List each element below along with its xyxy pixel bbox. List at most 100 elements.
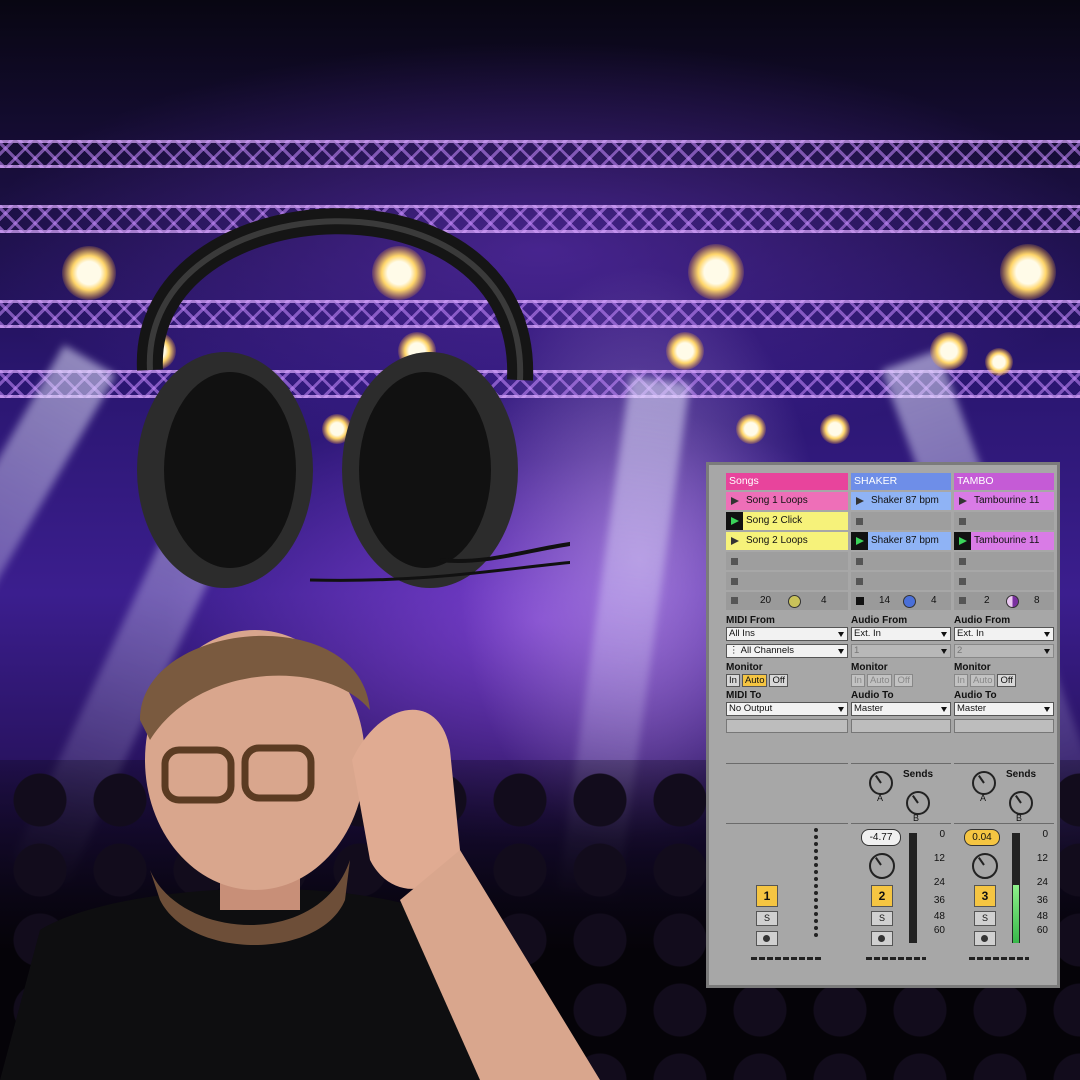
input-channel-dropdown[interactable]: 2 bbox=[954, 644, 1054, 658]
monitor-switch: In Auto Off bbox=[851, 674, 951, 687]
stop-icon[interactable] bbox=[731, 578, 738, 585]
output-dropdown[interactable]: Master bbox=[851, 702, 951, 716]
stage-light bbox=[820, 414, 850, 444]
clip-slot[interactable]: Shaker 87 bpm bbox=[851, 532, 951, 550]
empty-clip-slot[interactable] bbox=[726, 552, 848, 570]
stop-icon[interactable] bbox=[856, 578, 863, 585]
stop-icon[interactable] bbox=[856, 558, 863, 565]
clip-name: Song 1 Loops bbox=[746, 495, 808, 506]
clip-slot[interactable]: Song 2 Loops bbox=[726, 532, 848, 550]
play-icon[interactable] bbox=[856, 537, 864, 545]
solo-button[interactable]: S bbox=[756, 911, 778, 926]
monitor-in-button[interactable]: In bbox=[726, 674, 740, 687]
track-header[interactable]: TAMBO bbox=[954, 473, 1054, 490]
track-divider bbox=[969, 957, 1029, 960]
stop-icon[interactable] bbox=[856, 518, 863, 525]
clip-name: Tambourine 11 bbox=[974, 535, 1040, 546]
empty-clip-slot[interactable] bbox=[851, 552, 951, 570]
monitor-in-button[interactable]: In bbox=[851, 674, 865, 687]
stop-all-icon[interactable] bbox=[731, 597, 738, 604]
empty-clip-slot[interactable] bbox=[954, 572, 1054, 590]
io-section: MIDI From All Ins ⋮ All Channels Monitor… bbox=[726, 614, 848, 733]
volume-field[interactable]: 0.04 bbox=[964, 829, 1000, 846]
level-meter bbox=[909, 833, 917, 943]
stage-light bbox=[930, 332, 968, 370]
play-icon[interactable] bbox=[731, 537, 739, 545]
monitor-off-button[interactable]: Off bbox=[997, 674, 1016, 687]
monitor-switch: In Auto Off bbox=[726, 674, 848, 687]
arm-button[interactable] bbox=[871, 931, 893, 946]
empty-clip-slot[interactable] bbox=[851, 572, 951, 590]
play-icon[interactable] bbox=[856, 497, 864, 505]
send-b-knob[interactable] bbox=[906, 791, 930, 815]
arm-button[interactable] bbox=[974, 931, 996, 946]
stop-icon[interactable] bbox=[959, 518, 966, 525]
solo-button[interactable]: S bbox=[974, 911, 996, 926]
io-section: Audio From Ext. In 2 Monitor In Auto Off… bbox=[954, 614, 1054, 733]
clip-slot[interactable]: Song 1 Loops bbox=[726, 492, 848, 510]
send-a-knob[interactable] bbox=[869, 771, 893, 795]
empty-clip-slot[interactable] bbox=[954, 552, 1054, 570]
stage-light bbox=[62, 246, 116, 300]
track-header[interactable]: SHAKER bbox=[851, 473, 951, 490]
input-type-dropdown[interactable]: All Ins bbox=[726, 627, 848, 641]
send-a-knob[interactable] bbox=[972, 771, 996, 795]
status-left: 20 bbox=[760, 595, 772, 606]
input-type-dropdown[interactable]: Ext. In bbox=[851, 627, 951, 641]
track-status-row: 20 4 bbox=[726, 592, 848, 610]
status-right: 4 bbox=[821, 595, 827, 606]
send-b-knob[interactable] bbox=[1009, 791, 1033, 815]
status-right: 8 bbox=[1034, 595, 1040, 606]
stop-icon[interactable] bbox=[731, 558, 738, 565]
stop-all-icon[interactable] bbox=[959, 597, 966, 604]
monitor-off-button[interactable]: Off bbox=[894, 674, 913, 687]
output-dropdown[interactable]: Master bbox=[954, 702, 1054, 716]
empty-clip-slot[interactable] bbox=[851, 512, 951, 530]
clip-slot[interactable]: Shaker 87 bpm bbox=[851, 492, 951, 510]
ableton-session-panel: Songs Song 1 Loops Song 2 Click Song 2 L… bbox=[706, 462, 1060, 988]
play-icon[interactable] bbox=[959, 497, 967, 505]
pan-knob[interactable] bbox=[972, 853, 998, 879]
track-header[interactable]: Songs bbox=[726, 473, 848, 490]
track-activator-button[interactable]: 3 bbox=[974, 885, 996, 907]
track-tambo: TAMBO Tambourine 11 Tambourine 11 2 8 Au… bbox=[954, 473, 1054, 978]
play-icon[interactable] bbox=[731, 517, 739, 525]
pan-knob[interactable] bbox=[869, 853, 895, 879]
monitor-auto-button[interactable]: Auto bbox=[969, 674, 996, 687]
output-dropdown[interactable]: No Output bbox=[726, 702, 848, 716]
clip-name: Song 2 Click bbox=[746, 515, 803, 526]
sends-label: Sends bbox=[1006, 769, 1037, 780]
monitor-off-button[interactable]: Off bbox=[769, 674, 788, 687]
input-channel-dropdown[interactable]: ⋮ All Channels bbox=[726, 644, 848, 658]
track-songs: Songs Song 1 Loops Song 2 Click Song 2 L… bbox=[726, 473, 848, 978]
track-divider bbox=[751, 957, 821, 960]
play-icon[interactable] bbox=[959, 537, 967, 545]
input-type-dropdown[interactable]: Ext. In bbox=[954, 627, 1054, 641]
clip-slot[interactable]: Tambourine 11 bbox=[954, 532, 1054, 550]
monitor-in-button[interactable]: In bbox=[954, 674, 968, 687]
track-activator-button[interactable]: 2 bbox=[871, 885, 893, 907]
clip-slot[interactable]: Song 2 Click bbox=[726, 512, 848, 530]
stop-icon[interactable] bbox=[959, 558, 966, 565]
track-activator-button[interactable]: 1 bbox=[756, 885, 778, 907]
status-right: 4 bbox=[931, 595, 937, 606]
io-to-label: Audio To bbox=[954, 690, 997, 701]
send-a-label: A bbox=[877, 793, 884, 803]
solo-button[interactable]: S bbox=[871, 911, 893, 926]
monitor-auto-button[interactable]: Auto bbox=[741, 674, 768, 687]
play-icon[interactable] bbox=[731, 497, 739, 505]
empty-clip-slot[interactable] bbox=[726, 572, 848, 590]
track-shaker: SHAKER Shaker 87 bpm Shaker 87 bpm 14 4 … bbox=[851, 473, 951, 978]
stage-light bbox=[736, 414, 766, 444]
io-to-label: MIDI To bbox=[726, 690, 762, 701]
meter-scale: 0 12 24 36 48 60 bbox=[1036, 829, 1048, 936]
monitor-auto-button[interactable]: Auto bbox=[866, 674, 893, 687]
arm-button[interactable] bbox=[756, 931, 778, 946]
stop-icon[interactable] bbox=[959, 578, 966, 585]
volume-field[interactable]: -4.77 bbox=[861, 829, 901, 846]
input-channel-dropdown[interactable]: 1 bbox=[851, 644, 951, 658]
clip-slot[interactable]: Tambourine 11 bbox=[954, 492, 1054, 510]
empty-clip-slot[interactable] bbox=[954, 512, 1054, 530]
stop-all-icon[interactable] bbox=[856, 597, 864, 605]
monitor-label: Monitor bbox=[954, 662, 991, 673]
